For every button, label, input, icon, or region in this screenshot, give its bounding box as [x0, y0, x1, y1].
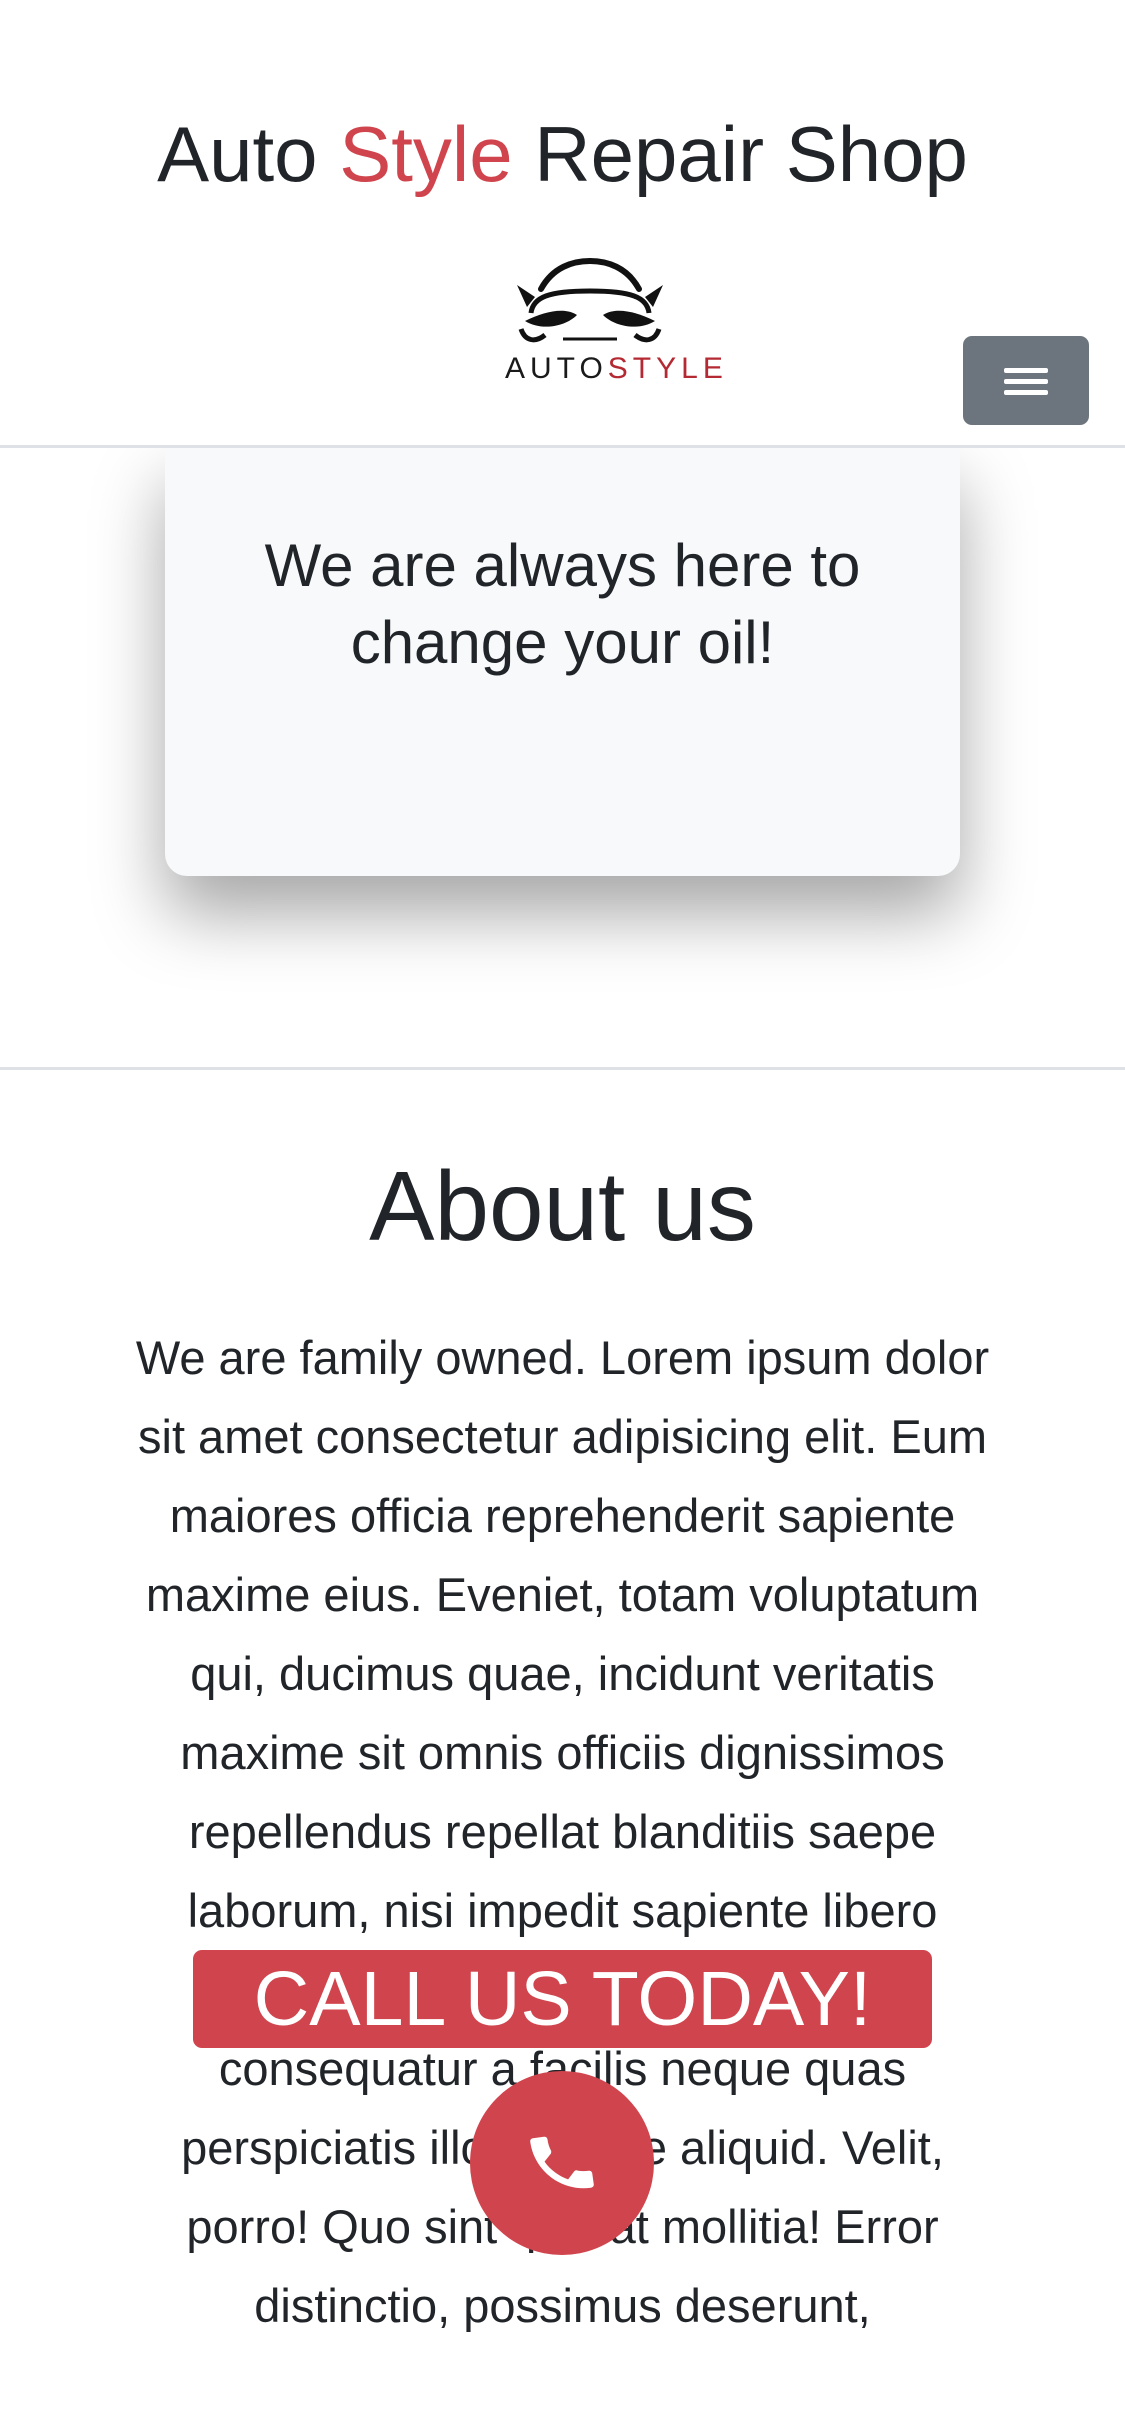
about-title: About us [369, 1151, 756, 1261]
site-header: Auto Style Repair Shop AUTOSTYLE [0, 0, 1125, 448]
autostyle-logo[interactable]: AUTOSTYLE [505, 255, 723, 386]
site-title-part1: Auto [157, 110, 340, 198]
phone-icon [530, 2136, 594, 2189]
hamburger-menu-icon [1004, 367, 1048, 395]
site-title-part2: Repair Shop [512, 110, 968, 198]
site-title-accent: Style [339, 110, 513, 198]
logo-text-style: STYLE [607, 352, 728, 385]
hero-text: We are always here to change your oil! [264, 532, 861, 676]
logo-text-auto: AUTO [505, 352, 608, 385]
call-button[interactable] [470, 2071, 654, 2255]
hero-section: We are always here to change your oil! [0, 448, 1125, 1070]
logo-wordmark: AUTOSTYLE [505, 352, 723, 386]
car-logo-icon [517, 257, 663, 343]
site-title: Auto Style Repair Shop [0, 108, 1125, 202]
hero-card: We are always here to change your oil! [165, 448, 960, 876]
call-us-banner[interactable]: CALL US TODAY! [193, 1950, 932, 2048]
menu-toggle-button[interactable] [963, 336, 1089, 425]
page: Auto Style Repair Shop AUTOSTYLE We are … [0, 0, 1125, 2436]
